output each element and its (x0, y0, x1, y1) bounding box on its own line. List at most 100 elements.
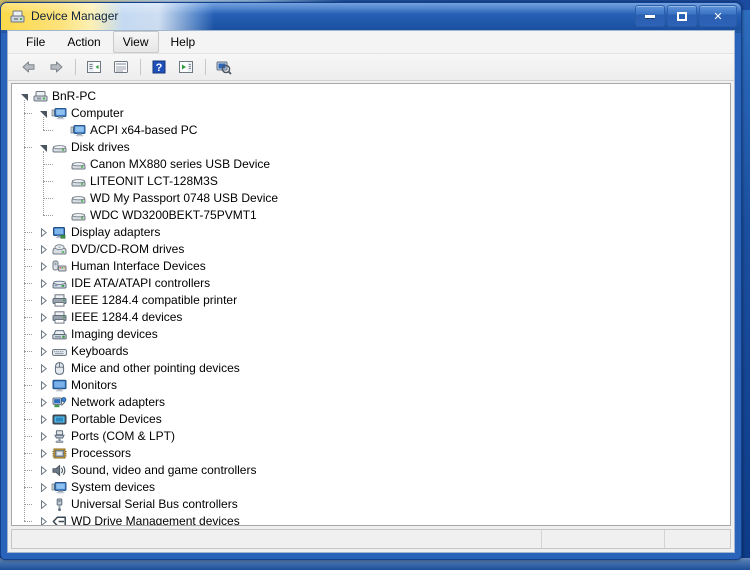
window-title: Device Manager (31, 9, 119, 23)
menu-help[interactable]: Help (161, 31, 206, 53)
tree-item-label: Portable Devices (71, 412, 162, 426)
tree-item-universal-serial-bus-controllers[interactable]: Universal Serial Bus controllers (12, 496, 730, 513)
tree-item-label: WDC WD3200BEKT-75PVMT1 (90, 208, 257, 222)
tree-item-dvd-cd-rom-drives[interactable]: DVD/CD-ROM drives (12, 241, 730, 258)
dvd-drive-icon (50, 241, 68, 258)
tree-item-acpi-x64-based-pc[interactable]: ACPI x64-based PC (12, 122, 730, 139)
tree-item-human-interface-devices[interactable]: Human Interface Devices (12, 258, 730, 275)
expander-expand-icon[interactable] (37, 496, 50, 513)
tree-item-label: Human Interface Devices (71, 259, 206, 273)
computer-root-icon (31, 88, 49, 105)
tree-guide-stub (24, 232, 32, 233)
tree-guide-diskdrives-h (43, 164, 53, 165)
title-bar[interactable]: Device Manager ✕ (1, 3, 741, 30)
tree-item-keyboards[interactable]: Keyboards (12, 343, 730, 360)
tree-item-label: IEEE 1284.4 compatible printer (71, 293, 238, 307)
tree-item-label: WD My Passport 0748 USB Device (90, 191, 279, 205)
tree-guide-stub (24, 453, 32, 454)
menu-file[interactable]: File (16, 31, 55, 53)
tree-item-wdc-wd3200bekt-75pvmt1[interactable]: WDC WD3200BEKT-75PVMT1 (12, 207, 730, 224)
toolbar-separator-2 (140, 59, 141, 75)
window-client-area: File Action View Help ? BnR-PC Computer … (7, 30, 735, 553)
minimize-button[interactable] (635, 5, 665, 27)
tree-item-wd-my-passport-0748-usb-device[interactable]: WD My Passport 0748 USB Device (12, 190, 730, 207)
tree-guide-computer (43, 117, 44, 130)
expander-expand-icon[interactable] (37, 241, 50, 258)
expander-expand-icon[interactable] (37, 462, 50, 479)
menu-action[interactable]: Action (57, 31, 110, 53)
help-button[interactable]: ? (146, 55, 172, 79)
tree-item-ieee-1284-4-devices[interactable]: IEEE 1284.4 devices (12, 309, 730, 326)
tree-guide-stub (24, 266, 32, 267)
update-driver-software-button[interactable] (173, 55, 199, 79)
tree-item-display-adapters[interactable]: Display adapters (12, 224, 730, 241)
tree-item-ports-com-lpt[interactable]: Ports (COM & LPT) (12, 428, 730, 445)
tree-guide-stub (24, 436, 32, 437)
tree-item-ide-ata-atapi-controllers[interactable]: IDE ATA/ATAPI controllers (12, 275, 730, 292)
properties-button[interactable] (108, 55, 134, 79)
scan-for-hardware-changes-button[interactable] (211, 55, 237, 79)
tree-item-network-adapters[interactable]: Network adapters (12, 394, 730, 411)
tree-item-canon-mx880-series-usb-device[interactable]: Canon MX880 series USB Device (12, 156, 730, 173)
device-tree-panel[interactable]: BnR-PC Computer ACPI x64-based PC Disk driv… (11, 83, 731, 526)
tree-item-processors[interactable]: Processors (12, 445, 730, 462)
tree-item-mice-and-other-pointing-devices[interactable]: Mice and other pointing devices (12, 360, 730, 377)
back-button[interactable] (16, 55, 42, 79)
expander-expand-icon[interactable] (37, 258, 50, 275)
forward-button[interactable] (43, 55, 69, 79)
expander-expand-icon[interactable] (37, 513, 50, 525)
status-pane-2 (542, 530, 665, 548)
tree-item-disk-drives[interactable]: Disk drives (12, 139, 730, 156)
tree-item-system-devices[interactable]: System devices (12, 479, 730, 496)
display-adapter-icon (50, 224, 68, 241)
status-bar (11, 529, 731, 549)
tree-guide-diskdrives (43, 151, 44, 215)
expander-expand-icon[interactable] (37, 445, 50, 462)
expander-expand-icon[interactable] (37, 360, 50, 377)
expander-expand-icon[interactable] (37, 224, 50, 241)
expander-expand-icon[interactable] (37, 343, 50, 360)
tree-item-label: Ports (COM & LPT) (71, 429, 176, 443)
expander-expand-icon[interactable] (37, 411, 50, 428)
tree-item-wd-drive-management-devices[interactable]: WD Drive Management devices (12, 513, 730, 525)
tree-item-label: ACPI x64-based PC (90, 123, 198, 137)
tree-item-monitors[interactable]: Monitors (12, 377, 730, 394)
tree-item-label: IEEE 1284.4 devices (71, 310, 183, 324)
tree-item-ieee-1284-4-compatible-printer[interactable]: IEEE 1284.4 compatible printer (12, 292, 730, 309)
tree-item-label: IDE ATA/ATAPI controllers (71, 276, 211, 290)
tree-item-computer[interactable]: Computer (12, 105, 730, 122)
expander-expand-icon[interactable] (37, 394, 50, 411)
computer-icon (50, 105, 68, 122)
expander-expand-icon[interactable] (37, 377, 50, 394)
sound-controller-icon (50, 462, 68, 479)
tree-item-root[interactable]: BnR-PC (12, 88, 730, 105)
tree-guide-stub (24, 504, 32, 505)
tree-guide-stub (24, 521, 32, 522)
expander-expand-icon[interactable] (37, 275, 50, 292)
expander-expand-icon[interactable] (37, 326, 50, 343)
close-button[interactable]: ✕ (699, 5, 737, 27)
tree-item-sound-video-and-game-controllers[interactable]: Sound, video and game controllers (12, 462, 730, 479)
expander-expand-icon[interactable] (37, 292, 50, 309)
tree-item-label: Network adapters (71, 395, 166, 409)
show-hide-console-tree-button[interactable] (81, 55, 107, 79)
tree-item-portable-devices[interactable]: Portable Devices (12, 411, 730, 428)
menu-view[interactable]: View (112, 31, 159, 53)
maximize-button[interactable] (667, 5, 697, 27)
tree-item-label: Mice and other pointing devices (71, 361, 240, 375)
tree-item-label: DVD/CD-ROM drives (71, 242, 185, 256)
window-controls: ✕ (635, 5, 737, 27)
system-device-icon (50, 479, 68, 496)
expander-expand-icon[interactable] (37, 479, 50, 496)
tree-item-imaging-devices[interactable]: Imaging devices (12, 326, 730, 343)
expander-expand-icon[interactable] (37, 309, 50, 326)
expander-expand-icon[interactable] (37, 428, 50, 445)
svg-text:?: ? (156, 62, 163, 74)
tree-item-liteonit-lct-128m3s[interactable]: LITEONIT LCT-128M3S (12, 173, 730, 190)
device-manager-window: Device Manager ✕ File Action View Help ?… (0, 2, 742, 560)
tree-item-label: Display adapters (71, 225, 161, 239)
tree-guide-stub (24, 113, 32, 114)
tree-guide-stub (24, 334, 32, 335)
